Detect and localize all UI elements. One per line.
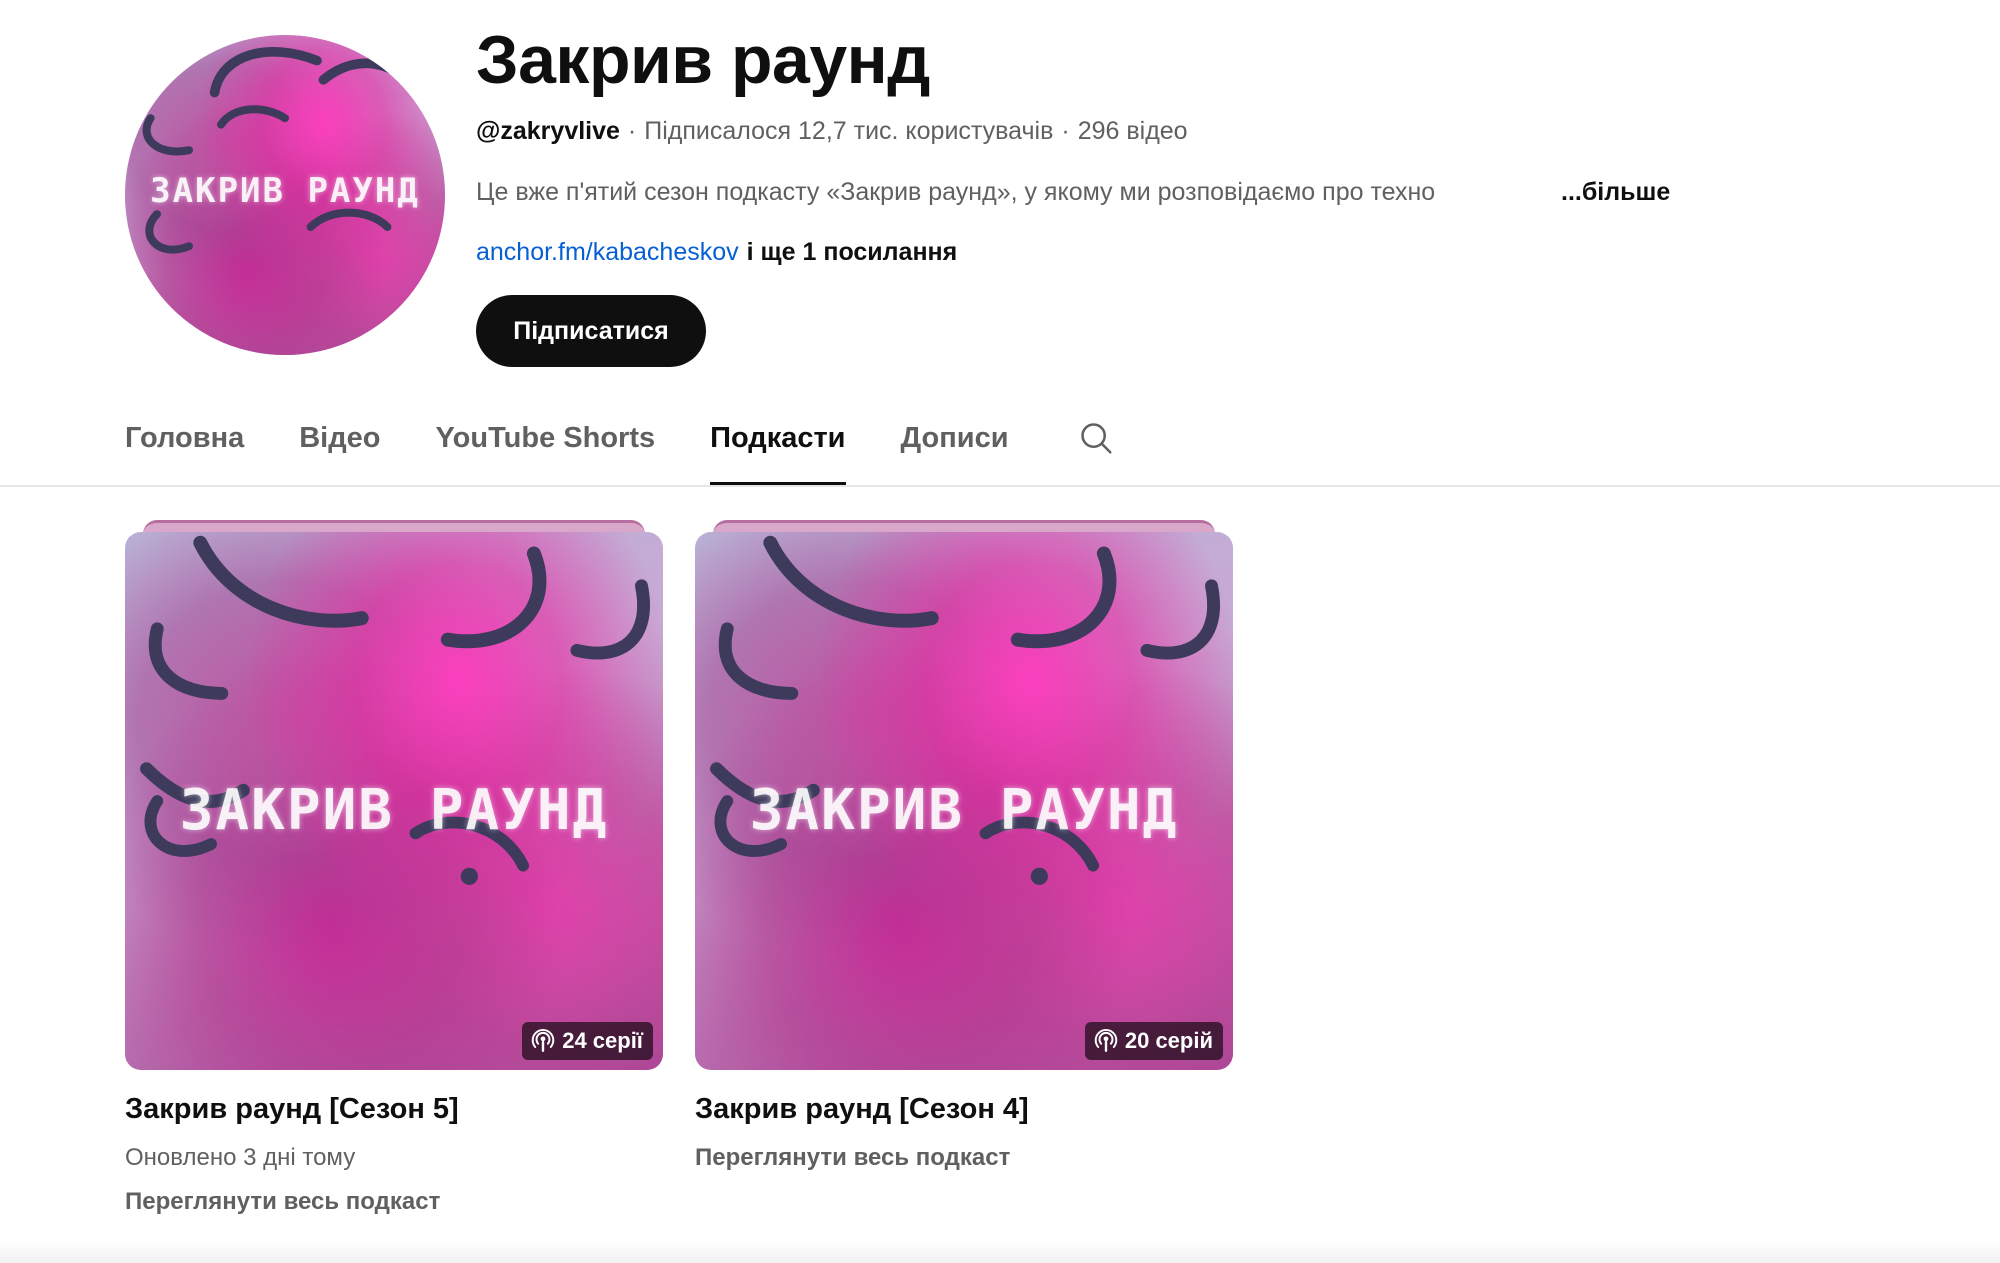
channel-handle: @zakryvlive [476,117,620,145]
episode-count-label: 20 серій [1124,1028,1213,1053]
channel-avatar[interactable]: ЗАКРИВ РАУНД [125,35,445,355]
channel-tabs: Головна Відео YouTube Shorts Подкасти До… [125,410,1116,486]
podcast-icon [1093,1028,1119,1054]
tab-podcasts[interactable]: Подкасти [710,410,846,486]
description-more-link[interactable]: ...більше [1561,178,1670,206]
cover-logo-text: ЗАКРИВ РАУНД [179,778,609,843]
tab-shorts[interactable]: YouTube Shorts [435,410,655,486]
episode-count-badge: 20 серій [1084,1022,1223,1060]
episode-count-label: 24 серії [562,1028,643,1053]
podcast-thumbnail[interactable]: ЗАКРИВ РАУНД 24 серії [125,532,663,1070]
podcast-updated: Оновлено 3 дні тому [125,1144,356,1171]
page-bottom-edge [0,1240,2000,1263]
meta-separator: · [1061,117,1070,145]
more-links-button[interactable]: і ще 1 посилання [747,238,958,266]
tab-videos[interactable]: Відео [299,410,380,486]
subscribe-button[interactable]: Підписатися [476,295,706,367]
channel-links: anchor.fm/kabacheskov і ще 1 посилання [476,235,957,269]
podcast-thumbnail[interactable]: ЗАКРИВ РАУНД 20 серій [695,532,1233,1070]
video-count: 296 відео [1077,117,1188,145]
tab-home[interactable]: Головна [125,410,244,486]
meta-separator: · [627,117,637,145]
podcast-title[interactable]: Закрив раунд [Сезон 5] [125,1090,459,1128]
podcast-icon [530,1028,556,1054]
episode-count-badge: 24 серії [522,1022,653,1060]
view-full-podcast-link[interactable]: Переглянути весь подкаст [125,1186,440,1218]
tab-posts[interactable]: Дописи [901,410,1009,486]
channel-meta: @zakryvlive · Підписалося 12,7 тис. корист… [476,115,1188,147]
subscriber-count: Підписалося 12,7 тис. користувачів [644,117,1054,145]
cover-logo-text: ЗАКРИВ РАУНД [749,778,1179,843]
avatar-logo-text: ЗАКРИВ РАУНД [150,171,420,211]
tabs-divider [0,485,2000,487]
podcast-title[interactable]: Закрив раунд [Сезон 4] [695,1090,1029,1128]
channel-title: Закрив раунд [476,22,930,98]
channel-description[interactable]: Це вже п'ятий сезон подкасту «Закрив рау… [476,175,1676,209]
view-full-podcast-link[interactable]: Переглянути весь подкаст [695,1142,1010,1174]
search-icon[interactable] [1076,410,1116,466]
description-text: Це вже п'ятий сезон подкасту «Закрив рау… [476,178,1436,206]
channel-external-link[interactable]: anchor.fm/kabacheskov [476,238,739,266]
